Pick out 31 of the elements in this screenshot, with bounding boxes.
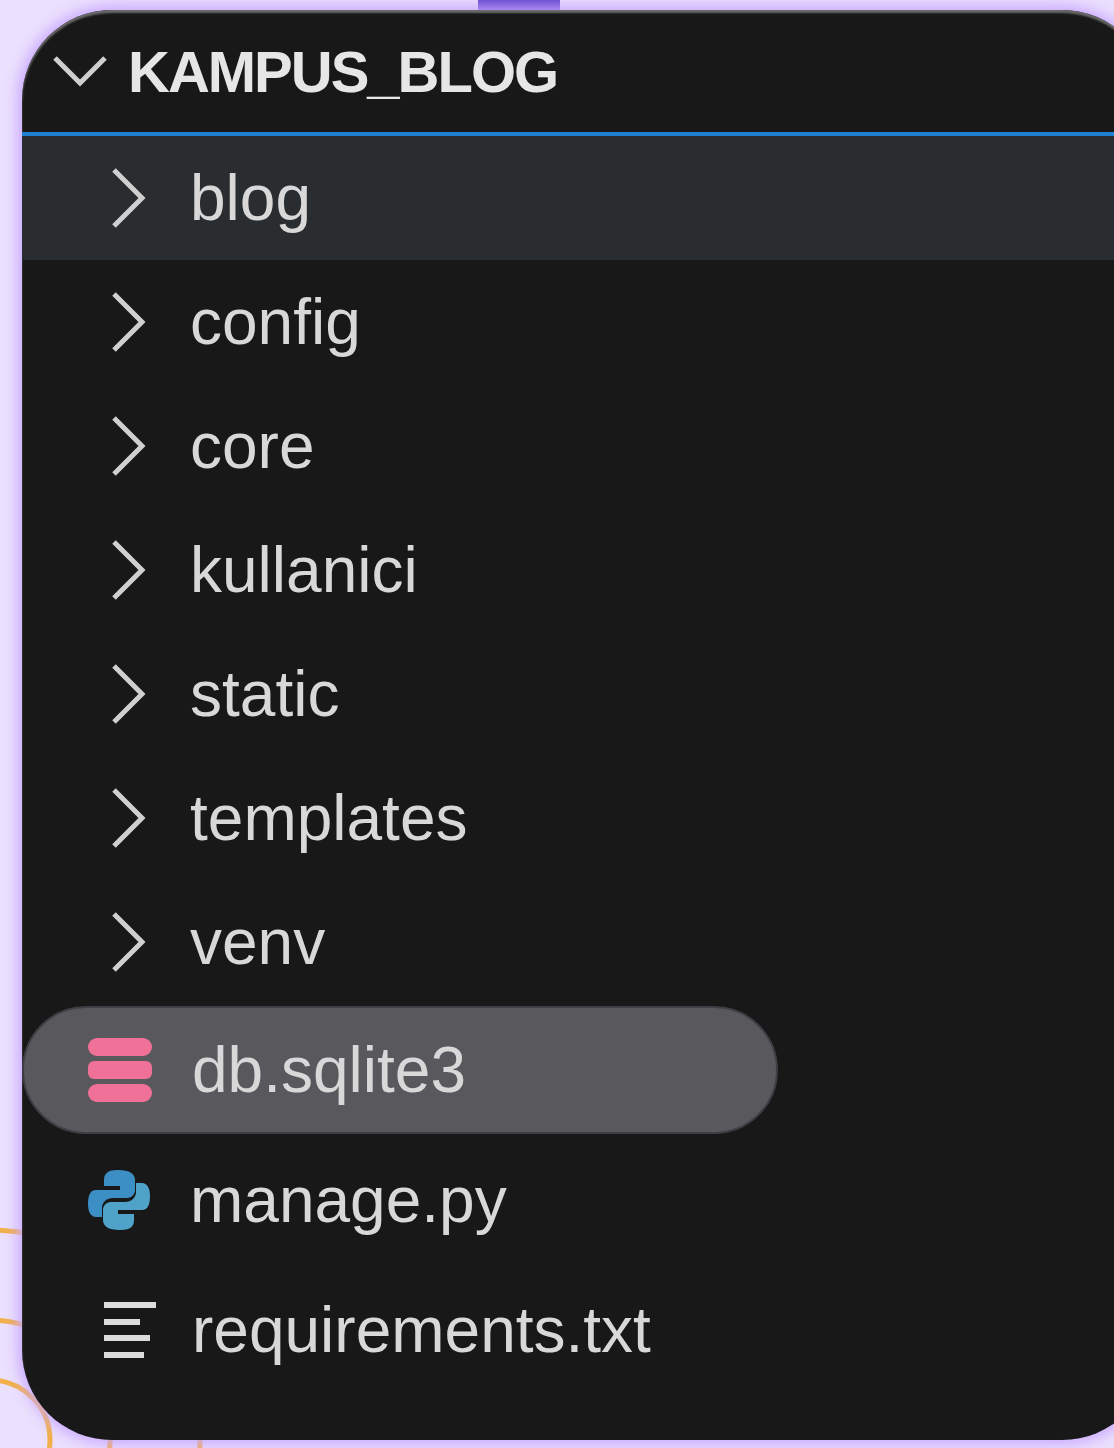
folder-name: static — [190, 657, 340, 731]
file-row[interactable]: db.sqlite3 — [22, 1006, 778, 1134]
folder-row[interactable]: static — [22, 632, 1114, 756]
file-name: manage.py — [190, 1163, 507, 1237]
file-name: requirements.txt — [192, 1293, 651, 1367]
folder-name: blog — [190, 161, 311, 235]
chevron-right-icon[interactable] — [110, 167, 146, 229]
chevron-right-icon[interactable] — [110, 663, 146, 725]
database-icon — [88, 1038, 152, 1102]
folder-row[interactable]: templates — [22, 756, 1114, 880]
chevron-right-icon[interactable] — [110, 539, 146, 601]
folder-row[interactable]: core — [22, 384, 1114, 508]
chevron-down-icon[interactable] — [52, 54, 108, 88]
chevron-right-icon[interactable] — [110, 291, 146, 353]
text-file-icon — [104, 1302, 156, 1358]
chevron-right-icon[interactable] — [110, 787, 146, 849]
folder-name: venv — [190, 905, 326, 979]
folder-row[interactable]: config — [22, 260, 1114, 384]
folder-name: kullanici — [190, 533, 418, 607]
file-row[interactable]: manage.py — [22, 1136, 778, 1264]
folder-row[interactable]: kullanici — [22, 508, 1114, 632]
chevron-right-icon[interactable] — [110, 911, 146, 973]
file-name: db.sqlite3 — [192, 1033, 466, 1107]
file-row[interactable]: requirements.txt — [22, 1266, 778, 1394]
chevron-right-icon[interactable] — [110, 415, 146, 477]
folder-row[interactable]: venv — [22, 880, 1114, 1004]
folder-name: templates — [190, 781, 468, 855]
folder-name: config — [190, 285, 361, 359]
folder-name: core — [190, 409, 315, 483]
python-icon — [88, 1168, 150, 1232]
folder-row[interactable]: blog — [22, 136, 1114, 260]
